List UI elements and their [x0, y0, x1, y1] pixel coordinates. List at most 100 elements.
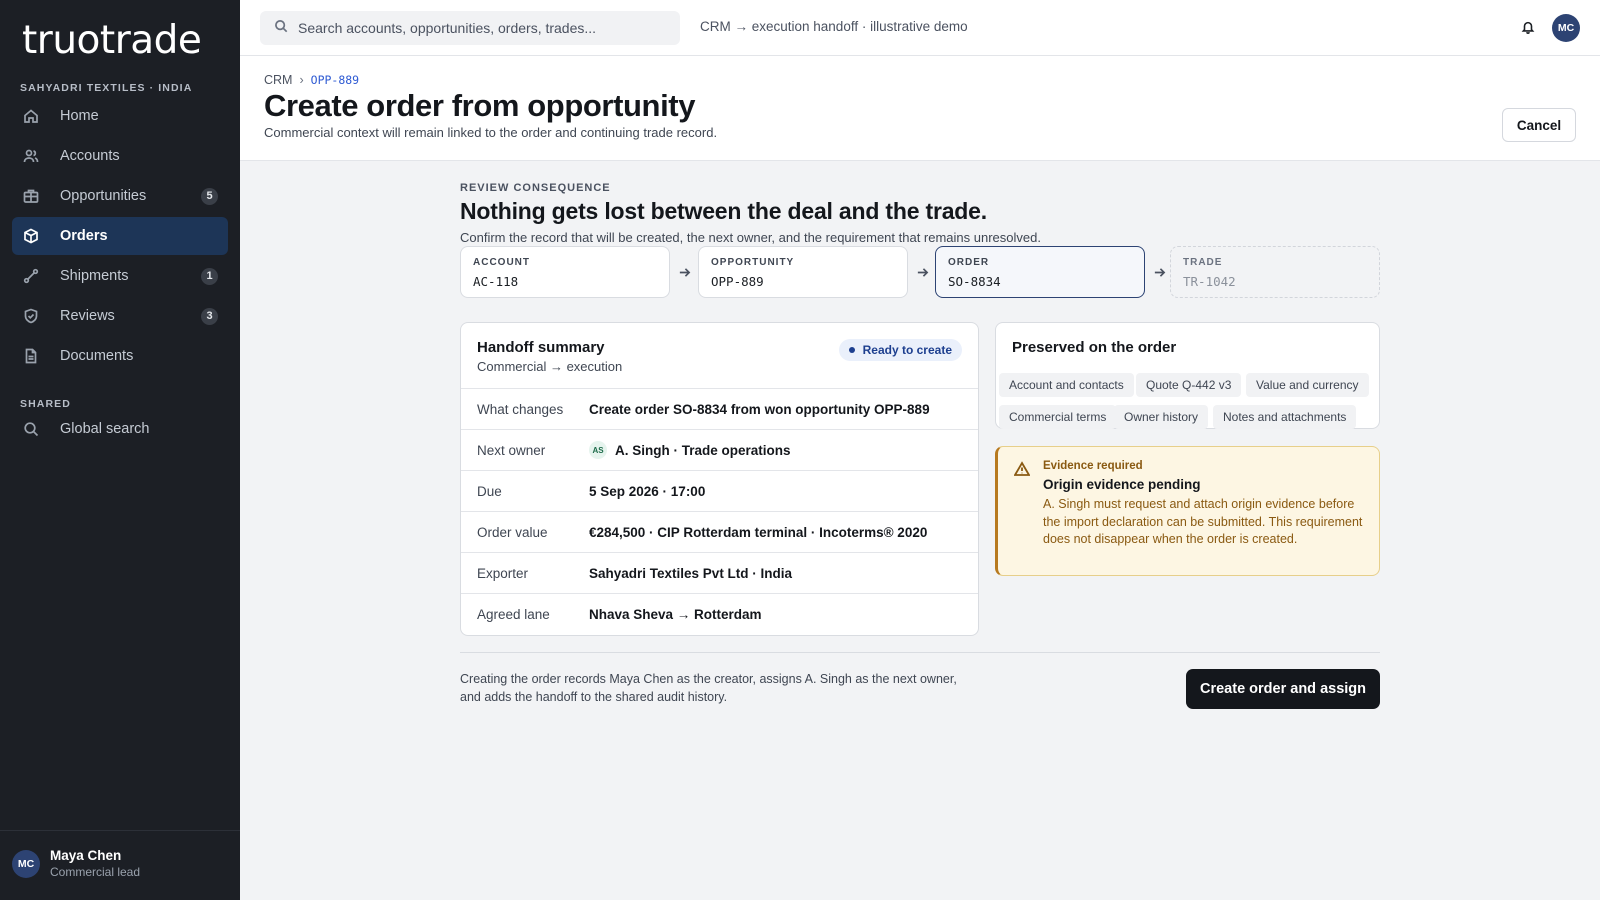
handoff-summary-card: Handoff summary Commercial → execution R… — [460, 322, 979, 636]
summary-row: Exporter Sahyadri Textiles Pvt Ltd · Ind… — [461, 553, 978, 594]
summary-row: Due 5 Sep 2026 · 17:00 — [461, 471, 978, 512]
row-label: Order value — [477, 524, 548, 540]
user-profile[interactable]: MC Maya Chen Commercial lead — [12, 848, 140, 879]
user-text: Maya Chen Commercial lead — [50, 848, 140, 879]
chip: Account and contacts — [999, 373, 1134, 397]
context-label: CRM → execution handoff · illustrative d… — [700, 19, 968, 34]
step-opportunity: OPPORTUNITY OPP-889 — [698, 246, 908, 298]
record-chain: ACCOUNT AC-118 OPPORTUNITY OPP-889 ORDER… — [460, 246, 1380, 298]
step-key: ACCOUNT — [473, 257, 530, 268]
sidebar-item-label: Global search — [60, 421, 150, 437]
sidebar-item-label: Shipments — [60, 268, 129, 284]
sidebar-item-documents[interactable]: Documents — [12, 337, 228, 375]
sidebar-item-shipments[interactable]: Shipments 1 — [12, 257, 228, 295]
row-value: 5 Sep 2026 · 17:00 — [589, 483, 706, 499]
summary-row: Order value €284,500 · CIP Rotterdam ter… — [461, 512, 978, 553]
breadcrumb-root[interactable]: CRM — [264, 73, 292, 87]
route-icon — [22, 267, 40, 285]
sidebar-item-accounts[interactable]: Accounts — [12, 137, 228, 175]
shared-nav: Global search — [12, 410, 228, 450]
sidebar-item-orders[interactable]: Orders — [12, 217, 228, 255]
user-name: Maya Chen — [50, 848, 122, 863]
sidebar-divider — [0, 830, 240, 831]
row-value: Sahyadri Textiles Pvt Ltd · India — [589, 565, 793, 581]
package-icon — [22, 227, 40, 245]
preserved-card: Preserved on the order Account and conta… — [995, 322, 1380, 429]
sidebar-item-label: Orders — [60, 228, 108, 244]
step-key: TRADE — [1183, 257, 1223, 268]
row-value: €284,500 · CIP Rotterdam terminal · Inco… — [589, 524, 928, 540]
step-key: OPPORTUNITY — [711, 257, 795, 268]
avatar: MC — [12, 849, 40, 878]
brand-logo[interactable]: truotrade — [22, 18, 202, 63]
evidence-alert: Evidence required Origin evidence pendin… — [995, 446, 1380, 576]
chip: Quote Q-442 v3 — [1136, 373, 1242, 397]
summary-row: Agreed lane Nhava Sheva → Rotterdam — [461, 594, 978, 635]
warning-icon — [1013, 461, 1031, 477]
alert-title: Origin evidence pending — [1043, 477, 1201, 492]
sidebar-item-label: Accounts — [60, 148, 120, 164]
breadcrumb: CRM › OPP-889 — [264, 73, 359, 87]
step-trade: TRADE TR-1042 — [1170, 246, 1380, 298]
shared-heading: SHARED — [20, 398, 71, 410]
card-title: Preserved on the order — [1012, 339, 1177, 356]
step-order: ORDER SO-8834 — [935, 246, 1145, 298]
chevron-right-icon: › — [299, 73, 304, 87]
page-title: Create order from opportunity — [264, 88, 696, 123]
users-icon — [22, 147, 40, 165]
count-badge: 5 — [201, 187, 218, 205]
search-icon — [22, 420, 40, 438]
global-search[interactable] — [260, 11, 680, 45]
search-input[interactable] — [298, 20, 668, 36]
step-value: TR-1042 — [1183, 274, 1236, 289]
org-name: SAHYADRI TEXTILES · INDIA — [20, 82, 193, 94]
topbar: CRM → execution handoff · illustrative d… — [240, 0, 1600, 56]
sidebar-item-label: Opportunities — [60, 188, 147, 204]
alert-body: A. Singh must request and attach origin … — [1043, 497, 1363, 546]
chip: Owner history — [1114, 405, 1209, 429]
footer-note: Creating the order records Maya Chen as … — [460, 672, 957, 704]
document-icon — [22, 347, 40, 365]
summary-row: What changes Create order SO-8834 from w… — [461, 389, 978, 430]
user-role: Commercial lead — [50, 865, 141, 879]
card-header: Handoff summary Commercial → execution R… — [461, 323, 978, 389]
step-key: ORDER — [948, 257, 990, 268]
alert-kicker: Evidence required — [1043, 460, 1143, 472]
page-header: CRM › OPP-889 Create order from opportun… — [240, 56, 1600, 161]
count-badge: 3 — [201, 307, 218, 325]
arrow-right-icon — [1150, 263, 1168, 281]
home-icon — [22, 107, 40, 125]
sidebar-item-global-search[interactable]: Global search — [12, 410, 228, 448]
notification-bell-icon[interactable] — [1518, 17, 1538, 37]
avatar[interactable]: MC — [1552, 14, 1580, 42]
row-label: Agreed lane — [477, 607, 550, 622]
review-eyebrow: REVIEW CONSEQUENCE — [460, 182, 611, 194]
sidebar-item-home[interactable]: Home — [12, 97, 228, 135]
avatar: AS — [589, 441, 607, 459]
chip: Notes and attachments — [1213, 405, 1357, 429]
review-title: Nothing gets lost between the deal and t… — [460, 198, 987, 224]
arrow-right-icon — [675, 263, 693, 281]
row-label: What changes — [477, 401, 564, 417]
arrow-right-icon — [913, 263, 931, 281]
breadcrumb-current[interactable]: OPP-889 — [311, 73, 359, 87]
step-value: OPP-889 — [711, 274, 764, 289]
card-subtitle: Commercial → execution — [477, 359, 623, 374]
sidebar-item-reviews[interactable]: Reviews 3 — [12, 297, 228, 335]
row-value: A. Singh · Trade operations — [615, 442, 791, 458]
create-order-button[interactable]: Create order and assign — [1186, 669, 1380, 709]
chip: Commercial terms — [999, 405, 1117, 429]
search-icon — [274, 19, 288, 38]
row-value: Nhava Sheva → Rotterdam — [589, 607, 762, 622]
sidebar-item-label: Home — [60, 108, 99, 124]
sidebar-item-opportunities[interactable]: Opportunities 5 — [12, 177, 228, 215]
count-badge: 1 — [201, 267, 218, 285]
card-title: Handoff summary — [477, 339, 605, 356]
row-value: Create order SO-8834 from won opportunit… — [589, 401, 930, 417]
page-subtitle: Commercial context will remain linked to… — [264, 125, 718, 140]
row-value-owner: AS A. Singh · Trade operations — [589, 441, 791, 459]
cancel-button[interactable]: Cancel — [1502, 108, 1576, 142]
sidebar-item-label: Documents — [60, 348, 134, 364]
row-label: Due — [477, 483, 502, 499]
status-dot-icon — [848, 347, 855, 353]
